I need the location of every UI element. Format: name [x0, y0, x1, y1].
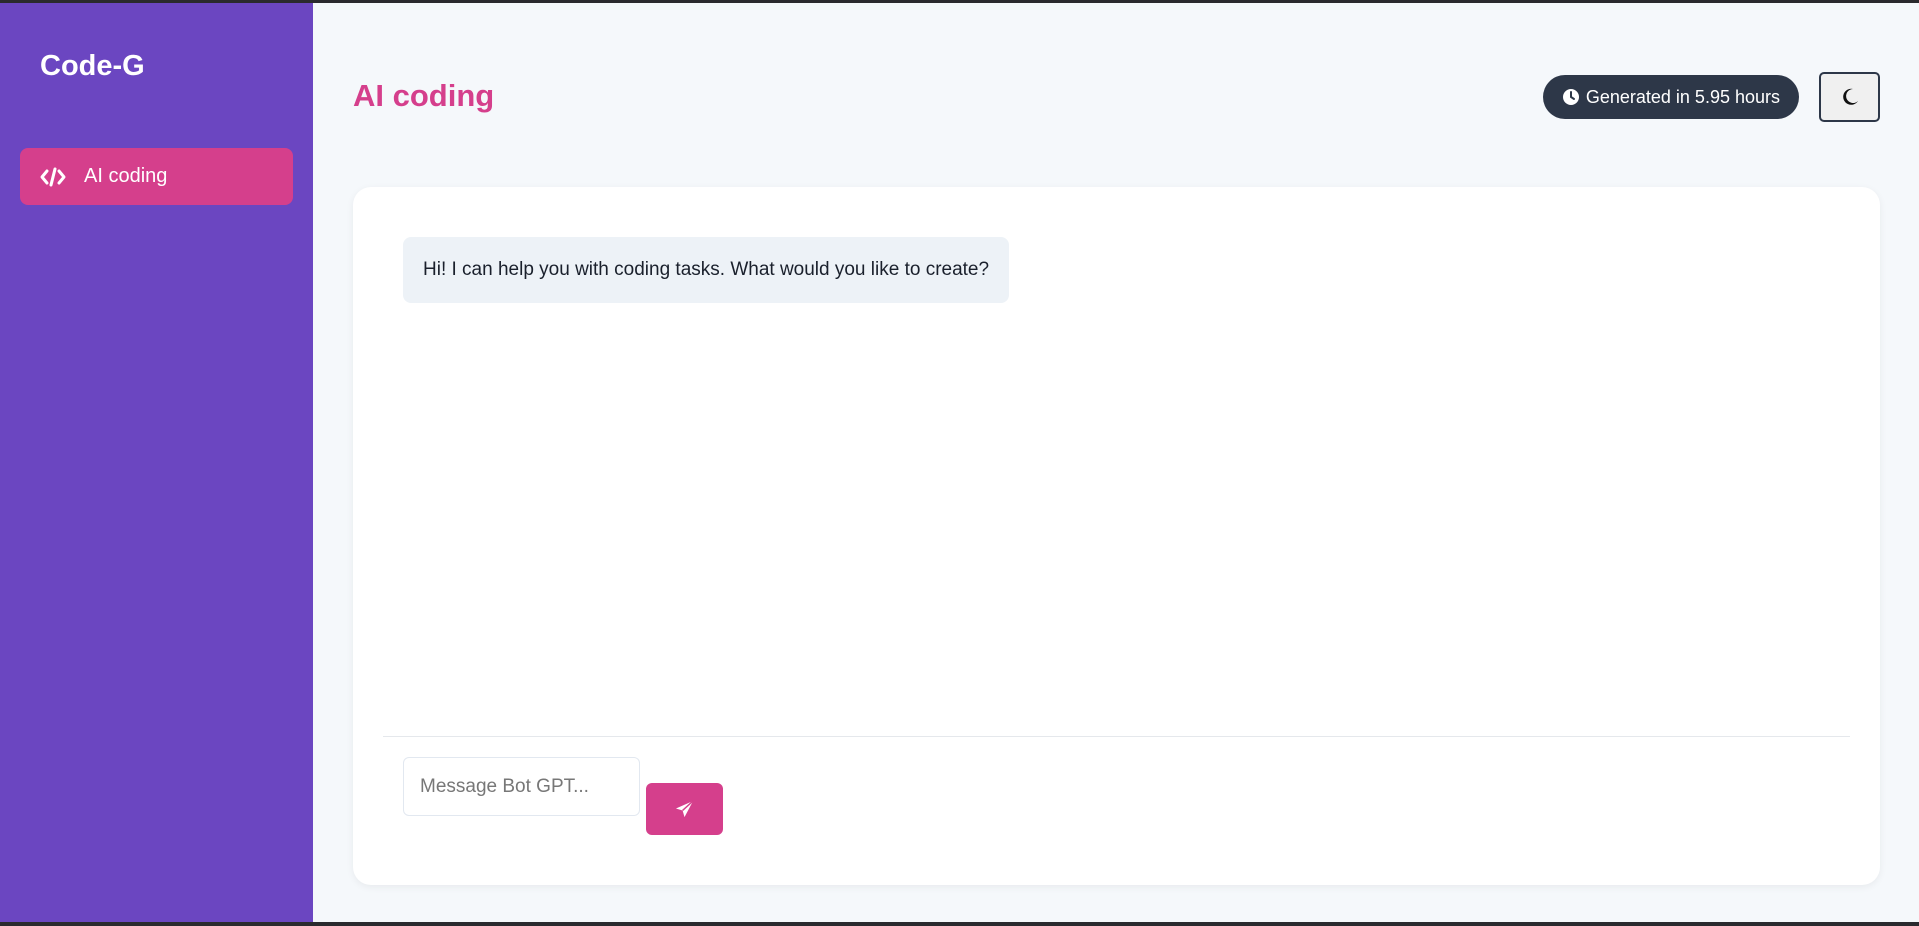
clock-icon: [1562, 88, 1580, 106]
message-composer: [403, 757, 723, 835]
header: AI coding Generated in 5.95 hours: [353, 3, 1880, 186]
app-window: Code-G AI coding AI coding Generated in …: [0, 3, 1919, 922]
message-input[interactable]: [403, 757, 640, 816]
sidebar-item-label: AI coding: [84, 165, 168, 187]
header-actions: Generated in 5.95 hours: [1542, 72, 1880, 122]
generated-time-text: Generated in 5.95 hours: [1585, 86, 1780, 107]
chat-panel: Hi! I can help you with coding tasks. Wh…: [353, 187, 1880, 885]
brand-logo: Code-G: [40, 50, 145, 82]
sidebar: Code-G AI coding: [0, 3, 313, 922]
theme-toggle-button[interactable]: [1819, 72, 1880, 122]
composer-divider: [383, 736, 1850, 737]
send-button[interactable]: [646, 783, 723, 835]
bot-message: Hi! I can help you with coding tasks. Wh…: [403, 237, 1010, 303]
code-icon: [40, 166, 66, 188]
sidebar-item-ai-coding[interactable]: AI coding: [20, 148, 293, 205]
page-title: AI coding: [353, 78, 495, 113]
main-content: AI coding Generated in 5.95 hours Hi! I …: [313, 3, 1919, 922]
generated-time-badge: Generated in 5.95 hours: [1542, 75, 1799, 119]
moon-icon: [1840, 87, 1860, 107]
message-list: Hi! I can help you with coding tasks. Wh…: [403, 237, 1850, 303]
paper-plane-icon: [675, 799, 694, 819]
